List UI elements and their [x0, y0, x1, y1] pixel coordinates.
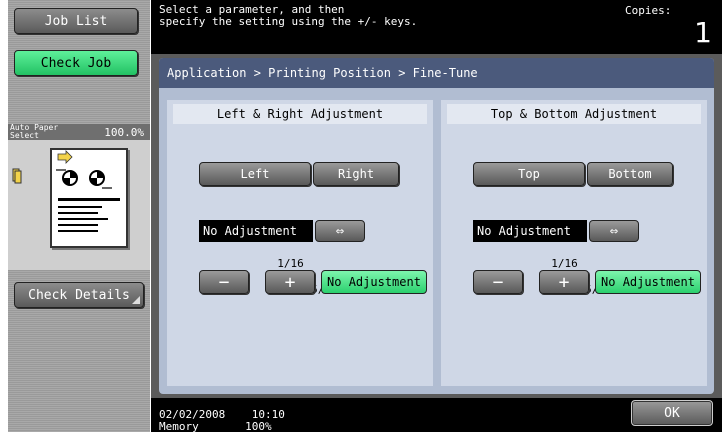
zoom-value: 100.0%	[104, 125, 144, 139]
memory-value: 100%	[245, 420, 272, 432]
top-button-label: Top	[518, 167, 540, 181]
top-bottom-toggle-button[interactable]: ⇔	[589, 220, 639, 242]
paper-mode-line2: Select	[10, 131, 39, 140]
no-adjustment-label: No Adjustment	[327, 275, 421, 289]
preview-area	[8, 140, 150, 270]
range-min: 1/16	[551, 257, 578, 270]
no-adjustment-label: No Adjustment	[601, 275, 695, 289]
corner-arrow-icon	[132, 296, 140, 304]
memory-label: Memory	[159, 420, 199, 432]
top-button[interactable]: Top	[473, 162, 585, 186]
message-bar: Select a parameter, and then specify the…	[151, 0, 722, 54]
paper-mode-label: Auto Paper Select	[10, 124, 58, 140]
ok-button[interactable]: OK	[631, 400, 713, 426]
left-right-title: Left & Right Adjustment	[173, 104, 427, 124]
left-button[interactable]: Left	[199, 162, 311, 186]
bottom-button[interactable]: Bottom	[587, 162, 673, 186]
top-bottom-title: Top & Bottom Adjustment	[447, 104, 701, 124]
bottom-button-label: Bottom	[608, 167, 652, 181]
horizontal-arrows-icon: ⇔	[335, 223, 345, 239]
no-adjustment-button[interactable]: No Adjustment	[321, 270, 427, 294]
left-button-label: Left	[240, 167, 270, 181]
job-list-button[interactable]: Job List	[14, 8, 138, 34]
left-right-value: No Adjustment	[199, 220, 313, 242]
top-bottom-value: No Adjustment	[473, 220, 587, 242]
instruction-message: Select a parameter, and then specify the…	[159, 3, 418, 28]
memory-status: Memory 100%	[159, 420, 272, 432]
plus-button[interactable]: +	[539, 270, 589, 294]
plus-icon: +	[284, 271, 296, 293]
main-panel: Application > Printing Position > Fine-T…	[151, 54, 722, 398]
minus-button[interactable]: −	[473, 270, 523, 294]
right-button-label: Right	[337, 167, 375, 181]
left-right-section: Left & Right Adjustment Left Right No Ad…	[167, 100, 433, 386]
preview-header: Auto Paper Select 100.0%	[8, 124, 150, 140]
minus-icon: −	[218, 271, 230, 293]
settings-panel: Application > Printing Position > Fine-T…	[159, 58, 714, 394]
check-job-button[interactable]: Check Job	[14, 50, 138, 76]
check-details-label: Check Details	[28, 287, 130, 303]
no-adjustment-button[interactable]: No Adjustment	[595, 270, 701, 294]
left-panel: Job List Check Job Auto Paper Select 100…	[8, 0, 150, 432]
copies-value: 1	[694, 16, 712, 49]
minus-button[interactable]: −	[199, 270, 249, 294]
output-tray-icon	[12, 168, 22, 184]
status-bar: 02/02/2008 10:10 Memory 100% OK	[151, 398, 722, 432]
ok-label: OK	[664, 405, 680, 421]
right-button[interactable]: Right	[313, 162, 399, 186]
left-right-toggle-button[interactable]: ⇔	[315, 220, 365, 242]
page-preview-drawing-icon	[56, 150, 120, 232]
copies-label: Copies:	[625, 4, 672, 17]
range-min: 1/16	[277, 257, 304, 270]
plus-button[interactable]: +	[265, 270, 315, 294]
page-preview	[50, 148, 128, 248]
check-job-label: Check Job	[40, 55, 112, 71]
horizontal-arrows-icon: ⇔	[609, 223, 619, 239]
top-bottom-section: Top & Bottom Adjustment Top Bottom No Ad…	[441, 100, 707, 386]
breadcrumb: Application > Printing Position > Fine-T…	[159, 58, 714, 88]
plus-icon: +	[558, 271, 570, 293]
job-list-label: Job List	[44, 13, 108, 29]
minus-icon: −	[492, 271, 504, 293]
check-details-button[interactable]: Check Details	[14, 282, 144, 308]
copier-screen: Job List Check Job Auto Paper Select 100…	[0, 0, 722, 432]
